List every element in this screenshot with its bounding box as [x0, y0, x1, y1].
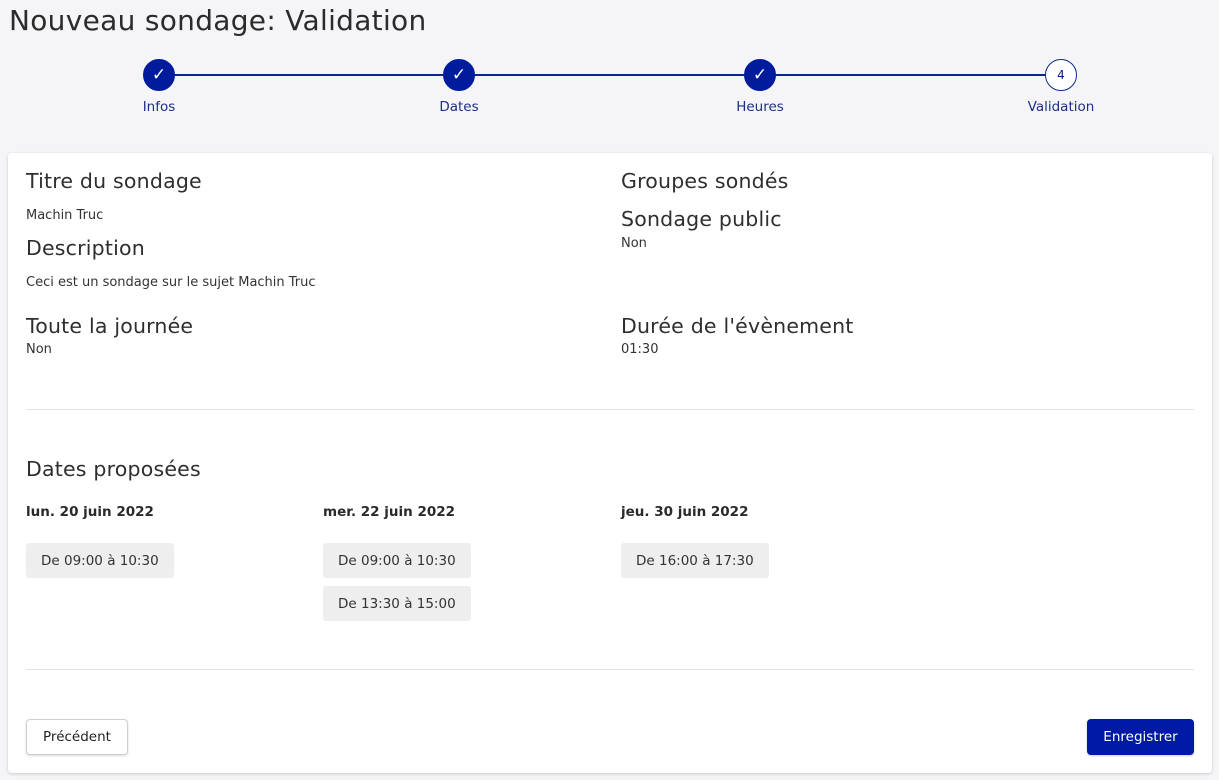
step-number: 4 — [1045, 59, 1077, 91]
date-day-heading: mer. 22 juin 2022 — [323, 504, 456, 520]
title-heading: Titre du sondage — [26, 169, 202, 193]
title-value: Machin Truc — [26, 208, 104, 223]
step-label: Dates — [439, 99, 479, 115]
page-title: Nouveau sondage: Validation — [9, 4, 427, 37]
time-slot-chip: De 16:00 à 17:30 — [621, 543, 769, 578]
step-check-icon: ✓ — [443, 59, 475, 91]
public-value: Non — [621, 236, 647, 251]
public-heading: Sondage public — [621, 207, 782, 231]
date-day-heading: lun. 20 juin 2022 — [26, 504, 154, 520]
step-check-icon: ✓ — [744, 59, 776, 91]
date-day-heading: jeu. 30 juin 2022 — [621, 504, 749, 520]
save-button[interactable]: Enregistrer — [1087, 719, 1194, 755]
time-slot-chip: De 13:30 à 15:00 — [323, 586, 471, 621]
step-label: Infos — [142, 99, 176, 115]
time-slot-chip: De 09:00 à 10:30 — [323, 543, 471, 578]
description-heading: Description — [26, 236, 145, 260]
groups-heading: Groupes sondés — [621, 169, 789, 193]
dates-heading: Dates proposées — [26, 457, 201, 481]
duration-value: 01:30 — [621, 342, 659, 357]
summary-card: Titre du sondage Machin Truc Description… — [8, 153, 1212, 773]
step-validation[interactable]: 4 Validation — [1001, 59, 1121, 115]
divider — [26, 669, 1194, 670]
previous-button[interactable]: Précédent — [26, 719, 128, 755]
step-check-icon: ✓ — [143, 59, 175, 91]
step-heures[interactable]: ✓ Heures — [700, 59, 820, 115]
stepper-connector-line — [159, 74, 1060, 76]
step-label: Validation — [1027, 99, 1095, 115]
stepper: ✓ Infos ✓ Dates ✓ Heures 4 Validation — [0, 59, 1219, 119]
divider — [26, 409, 1194, 410]
duration-heading: Durée de l'évènement — [621, 314, 854, 338]
all-day-heading: Toute la journée — [26, 314, 194, 338]
step-dates[interactable]: ✓ Dates — [399, 59, 519, 115]
description-value: Ceci est un sondage sur le sujet Machin … — [26, 275, 316, 290]
step-infos[interactable]: ✓ Infos — [99, 59, 219, 115]
all-day-value: Non — [26, 342, 52, 357]
time-slot-chip: De 09:00 à 10:30 — [26, 543, 174, 578]
step-label: Heures — [736, 99, 784, 115]
